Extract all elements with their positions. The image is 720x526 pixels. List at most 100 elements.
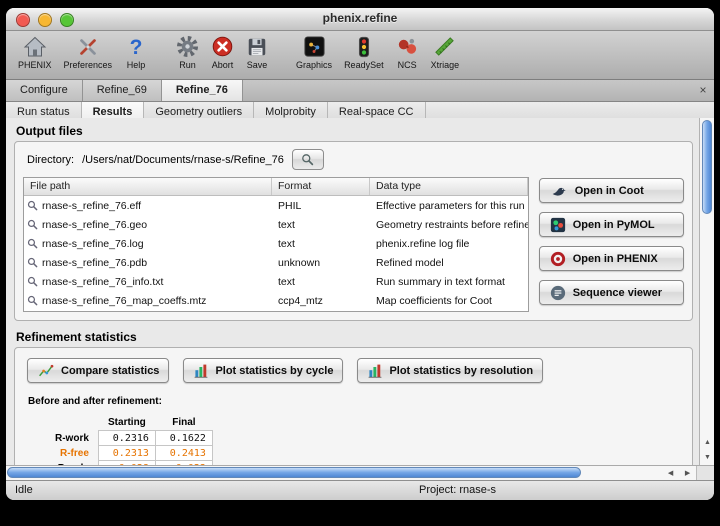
- file-data-type: Effective parameters for this run: [370, 200, 528, 212]
- button-label: Open in PHENIX: [573, 253, 658, 265]
- stats-row-r-work: R-work 0.2316 0.1622: [49, 431, 212, 446]
- stats-row-r-free: R-free 0.2313 0.2413: [49, 446, 212, 461]
- xtriage-ruler-icon: [433, 33, 456, 60]
- toolbar-label: Help: [127, 60, 146, 70]
- toolbar-preferences-button[interactable]: Preferences: [58, 33, 119, 70]
- directory-row: Directory: /Users/nat/Documents/rnase-s/…: [27, 149, 684, 170]
- magnifier-icon: [27, 200, 38, 211]
- run-gear-icon: [176, 33, 199, 60]
- button-label: Compare statistics: [61, 365, 159, 377]
- toolbar-label: ReadySet: [344, 60, 384, 70]
- coot-bird-icon: [549, 182, 569, 200]
- sequence-viewer-icon: [549, 284, 567, 302]
- scroll-up-icon[interactable]: [700, 435, 714, 450]
- open-in-coot-button[interactable]: Open in Coot: [539, 178, 684, 203]
- window-close-button[interactable]: [16, 13, 30, 27]
- toolbar-run-button[interactable]: Run: [170, 33, 205, 70]
- scroll-right-icon[interactable]: [679, 466, 696, 480]
- magnifier-icon: [27, 257, 38, 268]
- toolbar-ncs-button[interactable]: NCS: [390, 33, 425, 70]
- table-row[interactable]: rnase-s_refine_76.log text phenix.refine…: [24, 234, 528, 253]
- toolbar-xtriage-button[interactable]: Xtriage: [425, 33, 466, 70]
- table-row[interactable]: rnase-s_refine_76.pdb unknown Refined mo…: [24, 253, 528, 272]
- output-files-table: File path Format Data type rnase-s_refin…: [23, 177, 529, 312]
- file-name: rnase-s_refine_76_map_coeffs.mtz: [42, 295, 206, 307]
- file-data-type: Map coefficients for Coot: [370, 295, 528, 307]
- toolbar-label: Preferences: [64, 60, 113, 70]
- plot-by-cycle-button[interactable]: Plot statistics by cycle: [183, 358, 343, 383]
- horizontal-scrollbar-track[interactable]: [6, 466, 662, 480]
- file-format: text: [272, 219, 370, 231]
- file-format: text: [272, 238, 370, 250]
- app-window: phenix.refine PHENIX Preferences ? Help: [6, 8, 714, 500]
- horizontal-scrollbar[interactable]: [6, 465, 714, 480]
- file-format: ccp4_mtz: [272, 295, 370, 307]
- toolbar-help-button[interactable]: ? Help: [118, 33, 154, 70]
- open-in-pymol-button[interactable]: Open in PyMOL: [539, 212, 684, 237]
- horizontal-scrollbar-thumb[interactable]: [7, 467, 581, 478]
- window-minimize-button[interactable]: [38, 13, 52, 27]
- ncs-icon: [396, 33, 419, 60]
- file-data-type: phenix.refine log file: [370, 238, 528, 250]
- results-scrollview: Output files Directory: /Users/nat/Docum…: [6, 118, 699, 465]
- tab-refine-69[interactable]: Refine_69: [83, 80, 162, 101]
- button-label: Plot statistics by cycle: [215, 365, 333, 377]
- stat-starting-value: 0.2313: [98, 446, 155, 461]
- scroll-down-icon[interactable]: [700, 450, 714, 465]
- magnifier-icon: [27, 238, 38, 249]
- file-name: rnase-s_refine_76.eff: [42, 200, 141, 212]
- table-row[interactable]: rnase-s_refine_76_map_coeffs.mtz ccp4_mt…: [24, 291, 528, 310]
- toolbar-label: Graphics: [296, 60, 332, 70]
- compare-statistics-button[interactable]: Compare statistics: [27, 358, 169, 383]
- status-bar: Idle Project: rnase-s: [6, 480, 714, 500]
- refinement-statistics-section: Refinement statistics Compare statistics…: [14, 330, 699, 465]
- stats-header-row: Starting Final: [49, 415, 212, 431]
- open-buttons-column: Open in Coot Open in PyMOL Open in PHENI…: [539, 177, 684, 305]
- table-row[interactable]: rnase-s_refine_76_info.txt text Run summ…: [24, 272, 528, 291]
- pymol-icon: [549, 216, 567, 234]
- output-files-heading: Output files: [16, 124, 699, 138]
- tab-configure[interactable]: Configure: [6, 80, 83, 101]
- file-format: text: [272, 276, 370, 288]
- sequence-viewer-button[interactable]: Sequence viewer: [539, 280, 684, 305]
- column-header-format: Format: [272, 178, 370, 195]
- open-in-phenix-button[interactable]: Open in PHENIX: [539, 246, 684, 271]
- scroll-left-icon[interactable]: [662, 466, 679, 480]
- vertical-scrollbar[interactable]: [699, 118, 714, 465]
- refinement-statistics-heading: Refinement statistics: [16, 330, 699, 344]
- button-label: Plot statistics by resolution: [389, 365, 533, 377]
- bar-chart-icon: [367, 363, 383, 379]
- home-icon: [23, 33, 47, 60]
- table-header-row: File path Format Data type: [24, 178, 528, 196]
- toolbar-label: PHENIX: [18, 60, 52, 70]
- tab-close-button[interactable]: ×: [692, 80, 714, 101]
- toolbar-label: Xtriage: [431, 60, 460, 70]
- table-row[interactable]: rnase-s_refine_76.geo text Geometry rest…: [24, 215, 528, 234]
- title-bar[interactable]: phenix.refine: [6, 8, 714, 31]
- toolbar-graphics-button[interactable]: Graphics: [290, 33, 338, 70]
- toolbar-label: Abort: [212, 60, 234, 70]
- column-header-data-type: Data type: [370, 178, 528, 195]
- directory-value: /Users/nat/Documents/rnase-s/Refine_76: [82, 154, 284, 166]
- output-files-groupbox: Directory: /Users/nat/Documents/rnase-s/…: [14, 141, 693, 321]
- toolbar-phenix-button[interactable]: PHENIX: [12, 33, 58, 70]
- button-label: Open in Coot: [575, 185, 644, 197]
- file-format: PHIL: [272, 200, 370, 212]
- plot-by-resolution-button[interactable]: Plot statistics by resolution: [357, 358, 543, 383]
- stat-starting-value: 0.2316: [98, 431, 155, 446]
- toolbar-abort-button[interactable]: Abort: [205, 33, 240, 70]
- file-format: unknown: [272, 257, 370, 269]
- file-name: rnase-s_refine_76.geo: [42, 219, 147, 231]
- toolbar-save-button[interactable]: Save: [240, 33, 274, 70]
- results-panel: Output files Directory: /Users/nat/Docum…: [6, 118, 714, 465]
- toolbar-readyset-button[interactable]: ReadySet: [338, 33, 390, 70]
- scrollbar-corner: [696, 466, 714, 480]
- directory-search-button[interactable]: [292, 149, 324, 170]
- button-label: Open in PyMOL: [573, 219, 655, 231]
- vertical-scrollbar-thumb[interactable]: [702, 120, 712, 214]
- file-name: rnase-s_refine_76.log: [42, 238, 144, 250]
- graphics-icon: [303, 33, 326, 60]
- table-row[interactable]: rnase-s_refine_76.eff PHIL Effective par…: [24, 196, 528, 215]
- tab-refine-76[interactable]: Refine_76: [162, 80, 243, 101]
- window-zoom-button[interactable]: [60, 13, 74, 27]
